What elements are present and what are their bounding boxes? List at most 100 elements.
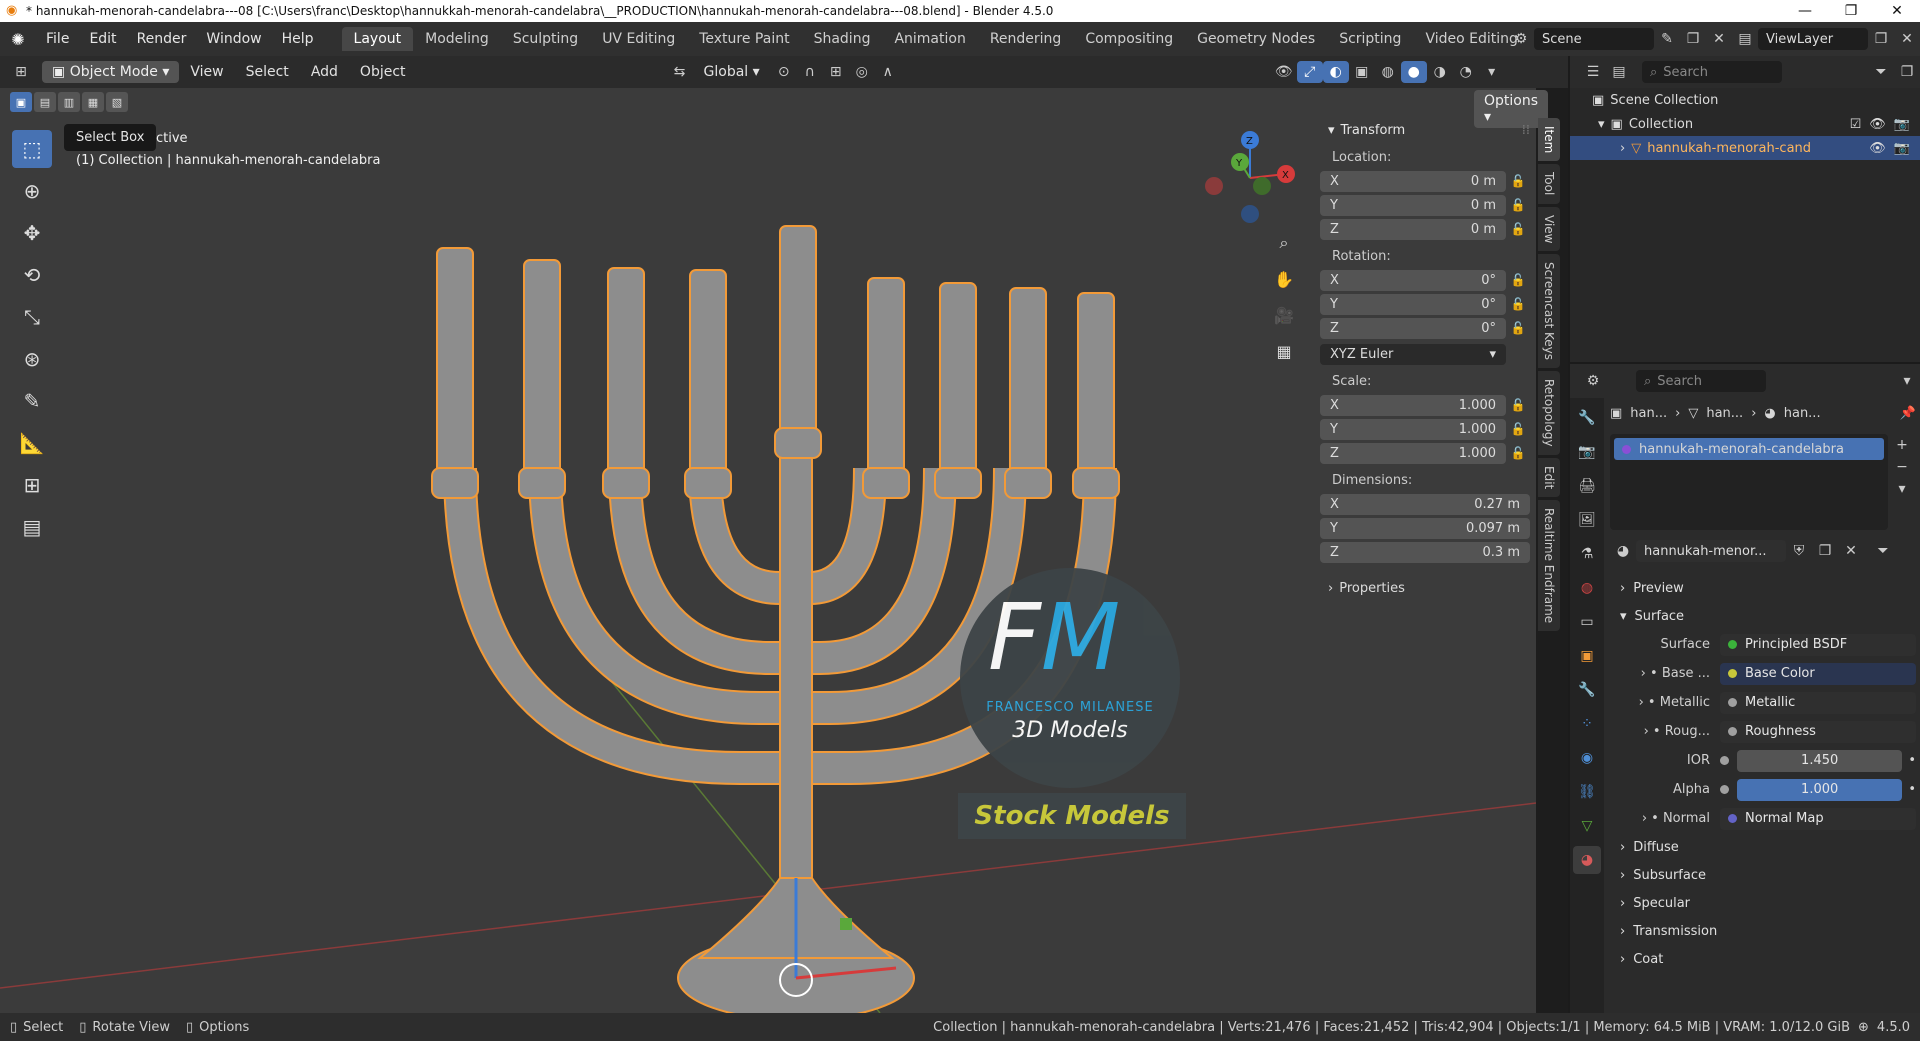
outliner-row-scene-collection[interactable]: ▣ Scene Collection <box>1570 88 1920 112</box>
remove-slot-icon[interactable]: − <box>1889 456 1915 478</box>
view-layer-tab-icon[interactable]: 🖼 <box>1573 506 1601 534</box>
surface-shader-field[interactable]: Principled BSDF <box>1720 633 1916 656</box>
menu-file[interactable]: File <box>36 31 79 47</box>
zoom-icon[interactable]: ⌕ <box>1268 227 1300 259</box>
base-color-field[interactable]: Base Color <box>1720 662 1916 685</box>
select-extend-icon[interactable]: ▤ <box>34 92 56 112</box>
select-intersect-icon[interactable]: ▧ <box>106 92 128 112</box>
maximize-button[interactable]: ❐ <box>1828 3 1874 19</box>
navigation-gizmo[interactable]: Z X Y <box>1200 128 1300 228</box>
camera-view-icon[interactable]: 🎥 <box>1268 299 1300 331</box>
metallic-field[interactable]: Metallic <box>1720 691 1916 714</box>
visibility-icon[interactable]: 👁 <box>1271 61 1297 83</box>
sidebar-tab-realtime-endframe[interactable]: Realtime Endframe <box>1538 499 1560 632</box>
ior-field[interactable]: 1.450 <box>1737 749 1903 772</box>
dimensions-x-field[interactable]: X 0.27 m <box>1320 493 1530 515</box>
properties-search-input[interactable]: ⌕ Search <box>1636 370 1766 392</box>
scene-icon[interactable]: ⚙ <box>1508 28 1534 50</box>
location-y-field[interactable]: Y 0 m <box>1320 194 1506 216</box>
scene-selector[interactable]: Scene <box>1534 28 1654 50</box>
sidebar-tab-edit[interactable]: Edit <box>1538 457 1560 497</box>
lock-icon[interactable]: 🔓 <box>1506 273 1530 287</box>
alpha-field[interactable]: 1.000 <box>1737 778 1903 801</box>
preview-section[interactable]: › Preview <box>1610 574 1916 602</box>
dimensions-z-field[interactable]: Z 0.3 m <box>1320 541 1530 563</box>
keyframe-dot-icon[interactable]: • <box>1908 753 1916 768</box>
filter-icon[interactable]: ⏷ <box>1870 540 1896 562</box>
tab-sculpting[interactable]: Sculpting <box>501 27 590 51</box>
checkbox-icon[interactable]: ☑ <box>1850 117 1862 132</box>
normal-field[interactable]: Normal Map <box>1720 807 1916 830</box>
drag-handle-icon[interactable]: ⁞⁞ <box>1522 123 1530 138</box>
falloff-icon[interactable]: ∧ <box>875 61 901 83</box>
modifier-tab-icon[interactable]: 🔧 <box>1573 676 1601 704</box>
menu-object[interactable]: Object <box>351 61 415 83</box>
tab-compositing[interactable]: Compositing <box>1073 27 1185 51</box>
particles-tab-icon[interactable]: ⁘ <box>1573 710 1601 738</box>
blender-menu-icon[interactable]: ✺ <box>0 30 36 49</box>
menu-add[interactable]: Add <box>302 61 347 83</box>
object-tab-icon[interactable]: ▣ <box>1573 642 1601 670</box>
dimensions-y-field[interactable]: Y 0.097 m <box>1320 517 1530 539</box>
overlay-toggle-icon[interactable]: ◐ <box>1322 61 1349 83</box>
new-view-layer-icon[interactable]: ❐ <box>1868 28 1894 50</box>
view-layer-icon[interactable]: ▤ <box>1732 28 1758 50</box>
shading-material-icon[interactable]: ◑ <box>1427 61 1453 83</box>
lock-icon[interactable]: 🔓 <box>1506 174 1530 188</box>
xray-icon[interactable]: ▣ <box>1349 61 1375 83</box>
data-tab-icon[interactable]: ▽ <box>1573 812 1601 840</box>
tab-geometry-nodes[interactable]: Geometry Nodes <box>1185 27 1327 51</box>
camera-icon[interactable]: 📷 <box>1894 117 1910 132</box>
lock-icon[interactable]: 🔓 <box>1506 398 1530 412</box>
select-box-tool[interactable]: ⬚ <box>12 130 52 168</box>
output-tab-icon[interactable]: 🖨 <box>1573 472 1601 500</box>
lock-icon[interactable]: 🔓 <box>1506 222 1530 236</box>
new-scene-icon[interactable]: ❐ <box>1680 28 1706 50</box>
scene-tab-icon[interactable]: ⚗ <box>1573 540 1601 568</box>
material-slot-list[interactable]: hannukah-menorah-candelabra <box>1610 434 1888 530</box>
lock-icon[interactable]: 🔓 <box>1506 422 1530 436</box>
sidebar-tab-tool[interactable]: Tool <box>1538 164 1560 204</box>
render-tab-icon[interactable]: 📷 <box>1573 438 1601 466</box>
3d-viewport[interactable]: FM FRANCESCO MILANESE 3D Models Stock Mo… <box>0 88 1549 1013</box>
rotate-tool[interactable]: ⟲ <box>12 256 52 294</box>
display-mode-icon[interactable]: ▤ <box>1606 61 1632 83</box>
specular-section[interactable]: › Specular <box>1610 889 1916 917</box>
pan-hand-icon[interactable]: ✋ <box>1268 263 1300 295</box>
camera-icon[interactable]: 📷 <box>1894 141 1910 156</box>
material-browse-icon[interactable]: ◕ <box>1610 540 1636 562</box>
sidebar-tab-screencast-keys[interactable]: Screencast Keys <box>1538 254 1560 369</box>
slot-specials-icon[interactable]: ▾ <box>1889 478 1915 500</box>
close-button[interactable]: ✕ <box>1874 3 1920 19</box>
tab-shading[interactable]: Shading <box>802 27 883 51</box>
add-slot-icon[interactable]: + <box>1889 434 1915 456</box>
duplicate-material-icon[interactable]: ❐ <box>1812 540 1838 562</box>
new-collection-icon[interactable]: ❐ <box>1894 61 1920 83</box>
select-subtract-icon[interactable]: ▥ <box>58 92 80 112</box>
subsurface-section[interactable]: › Subsurface <box>1610 861 1916 889</box>
rotation-mode-dropdown[interactable]: XYZ Euler ▾ <box>1320 343 1506 365</box>
world-tab-icon[interactable]: ◍ <box>1573 574 1601 602</box>
sidebar-tab-item[interactable]: Item <box>1538 118 1560 162</box>
filter-icon[interactable]: ⏷ <box>1868 61 1894 83</box>
roughness-field[interactable]: Roughness <box>1720 720 1916 743</box>
outliner-row-collection[interactable]: ▾ ▣ Collection ☑ 👁 📷 <box>1570 112 1920 136</box>
tab-layout[interactable]: Layout <box>341 27 414 51</box>
rotation-y-field[interactable]: Y 0° <box>1320 293 1506 315</box>
measure-tool[interactable]: 📐 <box>12 424 52 462</box>
snap-icon[interactable]: ∩ <box>797 61 823 83</box>
add-cube-tool[interactable]: ⊞ <box>12 466 52 504</box>
editor-type-icon[interactable]: ⊞ <box>8 61 34 83</box>
snap-target-icon[interactable]: ⊞ <box>823 61 849 83</box>
tab-animation[interactable]: Animation <box>882 27 977 51</box>
pivot-icon[interactable]: ⊙ <box>771 61 797 83</box>
chevron-down-icon[interactable]: ▾ <box>1894 370 1920 392</box>
scale-z-field[interactable]: Z 1.000 <box>1320 442 1506 464</box>
select-new-icon[interactable]: ▣ <box>10 92 32 112</box>
physics-tab-icon[interactable]: ◉ <box>1573 744 1601 772</box>
unlink-material-icon[interactable]: ✕ <box>1838 540 1864 562</box>
lock-icon[interactable]: 🔓 <box>1506 321 1530 335</box>
tab-scripting[interactable]: Scripting <box>1327 27 1413 51</box>
eye-icon[interactable]: 👁 <box>1869 117 1886 132</box>
pin-icon[interactable]: 📌 <box>1900 406 1916 421</box>
